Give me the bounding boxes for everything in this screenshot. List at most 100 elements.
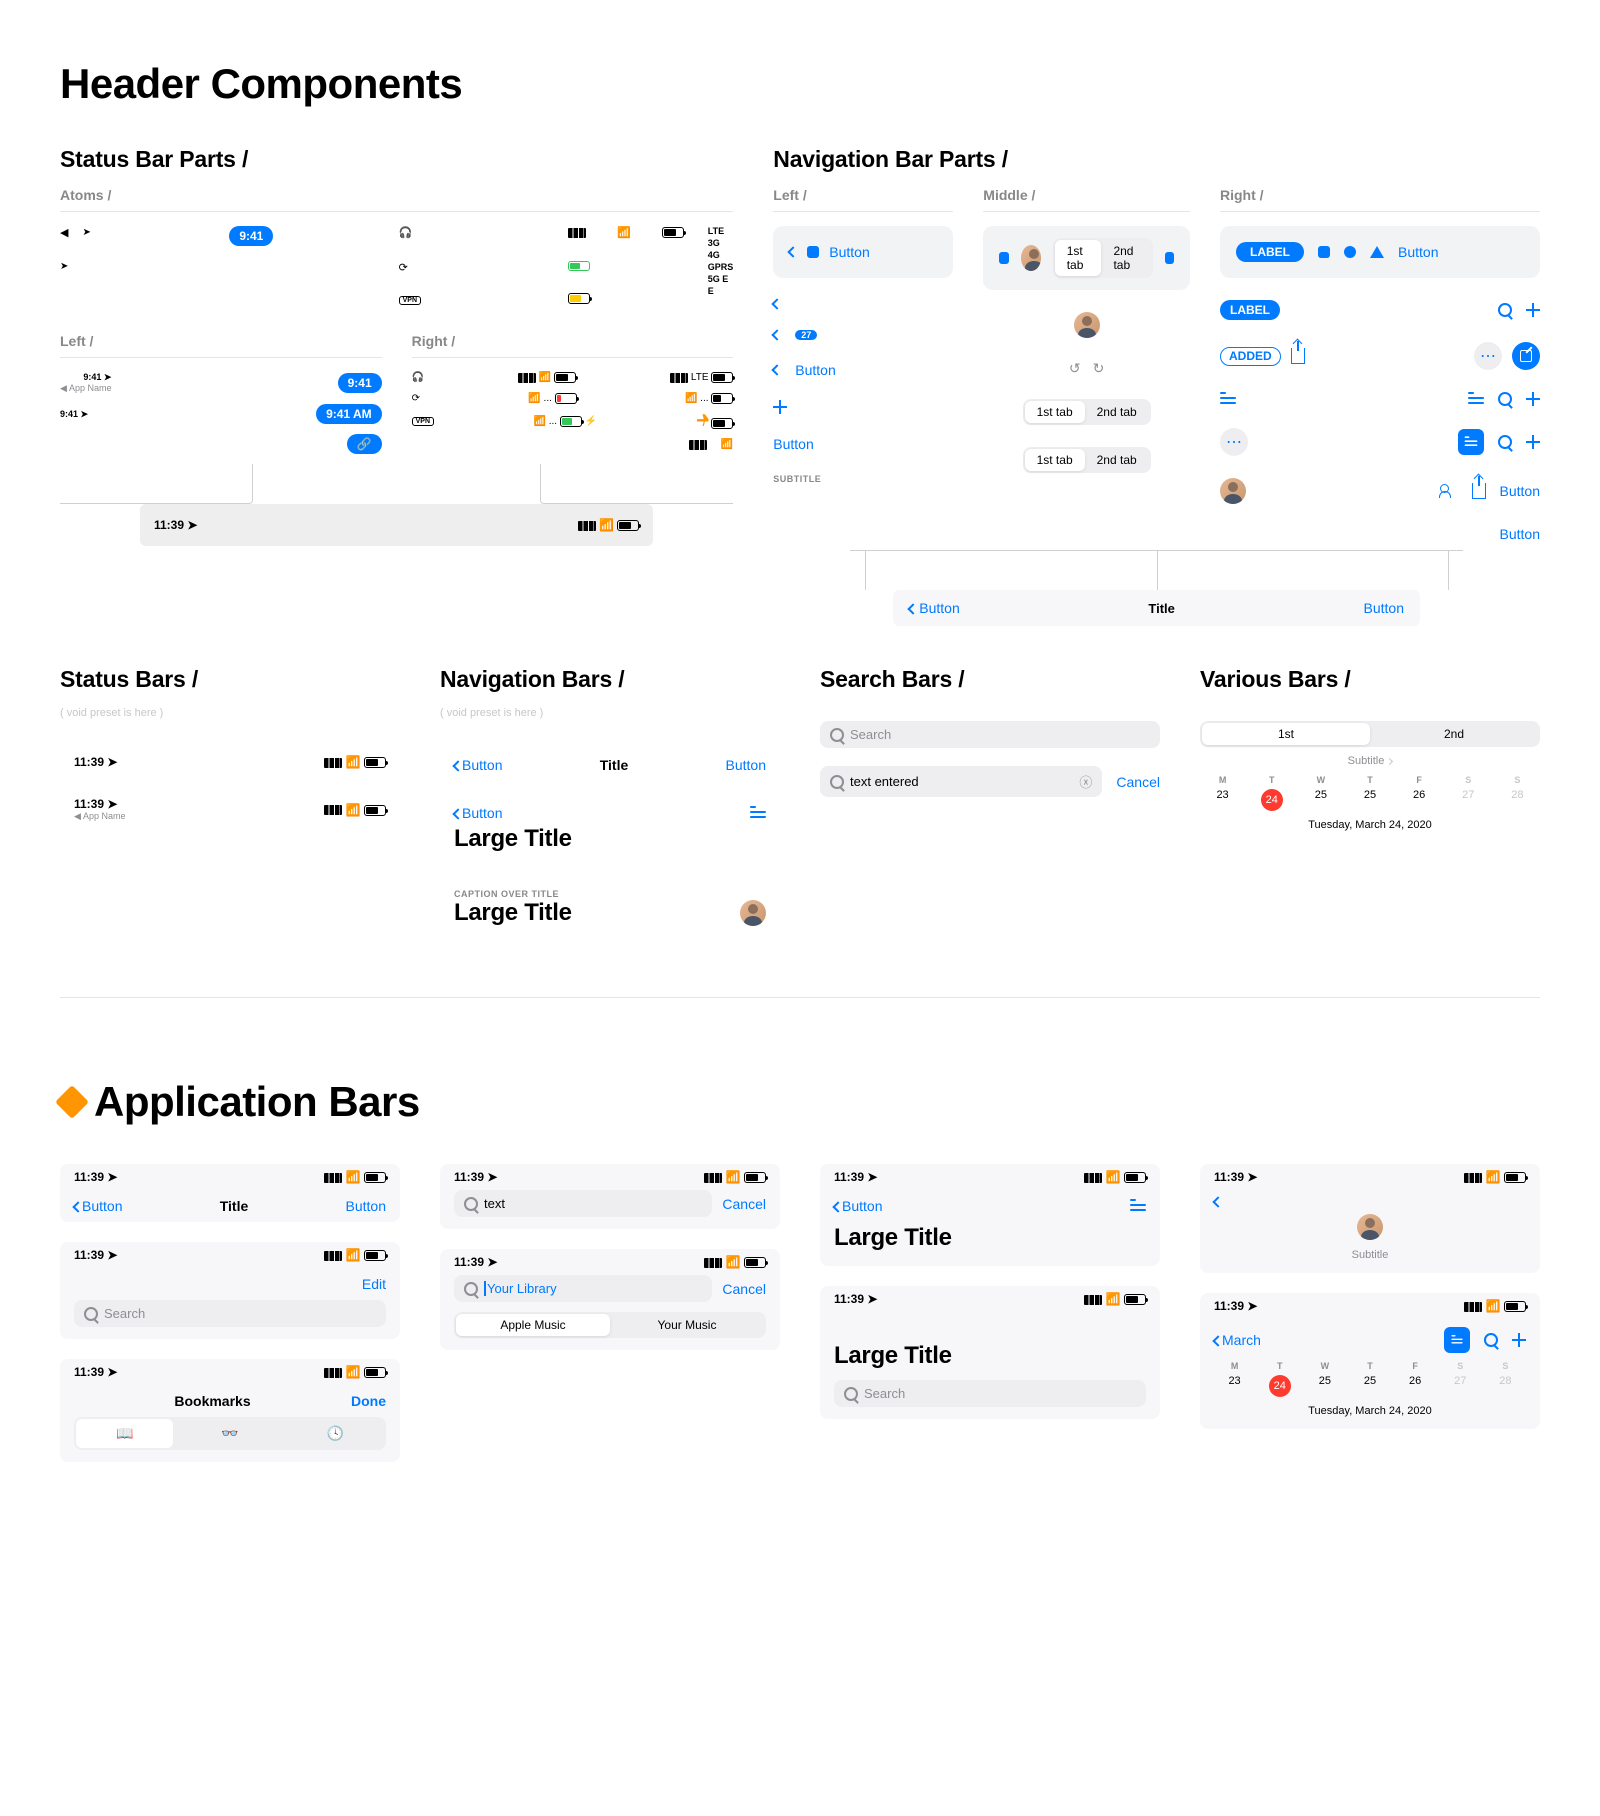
added-pill[interactable]: ADDED bbox=[1220, 347, 1281, 366]
chevron-left-icon[interactable] bbox=[1212, 1196, 1223, 1207]
list-button-active[interactable] bbox=[1458, 429, 1484, 455]
chevron-left-icon[interactable] bbox=[772, 364, 783, 375]
nav-button[interactable]: Button bbox=[1500, 526, 1540, 542]
tab-glasses-icon[interactable]: 👓 bbox=[181, 1419, 278, 1448]
seg-your[interactable]: Your Music bbox=[610, 1314, 764, 1336]
search-input[interactable]: Search bbox=[820, 721, 1160, 748]
day-cell-today[interactable]: 24 bbox=[1259, 1375, 1300, 1397]
seg-2nd[interactable]: 2nd tab bbox=[1085, 401, 1149, 423]
chevron-left-icon[interactable] bbox=[788, 246, 799, 257]
avatar[interactable] bbox=[1220, 478, 1246, 504]
list-icon[interactable] bbox=[750, 806, 766, 820]
nav-button[interactable]: Button bbox=[1364, 600, 1404, 616]
seg-2nd[interactable]: 2nd tab bbox=[1085, 449, 1149, 471]
back-button[interactable]: Button bbox=[829, 244, 869, 260]
search-icon[interactable] bbox=[1484, 1333, 1498, 1347]
search-icon[interactable] bbox=[1498, 303, 1512, 317]
search-input-active[interactable]: Your Library bbox=[454, 1275, 712, 1302]
back-button[interactable]: Button bbox=[795, 362, 835, 378]
plus-icon[interactable] bbox=[1512, 1333, 1526, 1347]
label-pill[interactable]: LABEL bbox=[1236, 242, 1304, 262]
cancel-button[interactable]: Cancel bbox=[1116, 774, 1160, 790]
list-icon[interactable] bbox=[1130, 1199, 1146, 1213]
nav-button[interactable]: Button bbox=[1398, 244, 1438, 260]
people-icon[interactable] bbox=[1440, 484, 1458, 498]
edit-button[interactable]: Edit bbox=[362, 1276, 386, 1292]
avatar[interactable] bbox=[1021, 245, 1041, 271]
nav-button[interactable]: Button bbox=[773, 436, 813, 452]
avatar[interactable] bbox=[1357, 1214, 1383, 1240]
seg-2nd[interactable]: 2nd bbox=[1370, 723, 1538, 745]
seg-1st[interactable]: 1st tab bbox=[1025, 401, 1085, 423]
avatar[interactable] bbox=[740, 900, 766, 926]
day-cell[interactable]: 25 bbox=[1304, 1375, 1345, 1397]
nav-button[interactable]: Button bbox=[346, 1198, 386, 1214]
back-button[interactable]: Button bbox=[834, 1198, 882, 1214]
search-input[interactable]: Search bbox=[834, 1380, 1146, 1407]
chevron-left-icon[interactable] bbox=[772, 329, 783, 340]
day-cell[interactable]: 26 bbox=[1397, 789, 1442, 811]
nav-button[interactable]: Button bbox=[1500, 483, 1540, 499]
glyph-circle-icon[interactable] bbox=[1344, 246, 1356, 258]
back-button[interactable]: Button bbox=[454, 805, 502, 821]
glyph-icon[interactable] bbox=[807, 246, 819, 258]
list-icon[interactable] bbox=[1220, 392, 1236, 406]
redo-icon[interactable]: ↻ bbox=[1093, 360, 1105, 377]
list-icon[interactable] bbox=[1468, 392, 1484, 406]
seg-1st[interactable]: 1st tab bbox=[1025, 449, 1085, 471]
plus-icon[interactable] bbox=[1526, 435, 1540, 449]
back-button[interactable]: Button bbox=[454, 757, 502, 773]
seg-2nd[interactable]: 2nd tab bbox=[1101, 240, 1150, 276]
search-input-filled[interactable]: text enteredⓧ bbox=[820, 766, 1102, 797]
bookmarks-segmented[interactable]: 📖👓🕓 bbox=[74, 1417, 386, 1450]
segmented-control[interactable]: 1st tab2nd tab bbox=[1023, 447, 1151, 473]
share-icon[interactable] bbox=[1291, 348, 1305, 364]
glyph-icon[interactable] bbox=[999, 252, 1008, 264]
undo-icon[interactable]: ↺ bbox=[1069, 360, 1081, 377]
day-cell-today[interactable]: 24 bbox=[1249, 789, 1294, 811]
segmented-control[interactable]: 1st tab2nd tab bbox=[1023, 399, 1151, 425]
plus-icon[interactable] bbox=[773, 400, 787, 414]
list-button-active[interactable] bbox=[1444, 1327, 1470, 1353]
tab-book-icon[interactable]: 📖 bbox=[76, 1419, 173, 1448]
day-cell[interactable]: 25 bbox=[1347, 789, 1392, 811]
day-cell[interactable]: 28 bbox=[1485, 1375, 1526, 1397]
back-button[interactable]: Button bbox=[909, 600, 959, 616]
day-cell[interactable]: 27 bbox=[1440, 1375, 1481, 1397]
search-icon[interactable] bbox=[1498, 435, 1512, 449]
plus-icon[interactable] bbox=[1526, 392, 1540, 406]
done-button[interactable]: Done bbox=[351, 1393, 386, 1409]
day-cell[interactable]: 26 bbox=[1395, 1375, 1436, 1397]
search-input-filled[interactable]: text bbox=[454, 1190, 712, 1217]
avatar[interactable] bbox=[1074, 312, 1100, 338]
seg-apple[interactable]: Apple Music bbox=[456, 1314, 610, 1336]
day-cell[interactable]: 23 bbox=[1200, 789, 1245, 811]
segmented-control[interactable]: 1st tab2nd tab bbox=[1053, 238, 1153, 278]
clear-icon[interactable]: ⓧ bbox=[1079, 772, 1092, 791]
day-cell[interactable]: 25 bbox=[1298, 789, 1343, 811]
month-button[interactable]: March bbox=[1214, 1332, 1261, 1348]
more-button[interactable]: ⋯ bbox=[1220, 428, 1248, 456]
compose-button[interactable] bbox=[1512, 342, 1540, 370]
back-button[interactable]: Button bbox=[74, 1198, 122, 1214]
label-pill[interactable]: LABEL bbox=[1220, 300, 1280, 320]
day-cell[interactable]: 25 bbox=[1349, 1375, 1390, 1397]
segmented-control[interactable]: 1st2nd bbox=[1200, 721, 1540, 747]
seg-1st[interactable]: 1st tab bbox=[1055, 240, 1102, 276]
plus-icon[interactable] bbox=[1526, 303, 1540, 317]
cancel-button[interactable]: Cancel bbox=[722, 1281, 766, 1297]
chevron-left-icon[interactable] bbox=[772, 298, 783, 309]
glyph-triangle-icon[interactable] bbox=[1370, 246, 1384, 258]
cancel-button[interactable]: Cancel bbox=[722, 1196, 766, 1212]
glyph-icon[interactable] bbox=[1165, 252, 1174, 264]
segmented-control[interactable]: Apple MusicYour Music bbox=[454, 1312, 766, 1338]
subtitle-link[interactable]: Subtitle bbox=[1200, 1249, 1540, 1261]
day-cell[interactable]: 27 bbox=[1446, 789, 1491, 811]
search-icon[interactable] bbox=[1498, 392, 1512, 406]
day-cell[interactable]: 28 bbox=[1495, 789, 1540, 811]
search-input[interactable]: Search bbox=[74, 1300, 386, 1327]
glyph-square-icon[interactable] bbox=[1318, 246, 1330, 258]
seg-1st[interactable]: 1st bbox=[1202, 723, 1370, 745]
share-icon[interactable] bbox=[1472, 483, 1486, 499]
nav-button[interactable]: Button bbox=[726, 757, 766, 773]
